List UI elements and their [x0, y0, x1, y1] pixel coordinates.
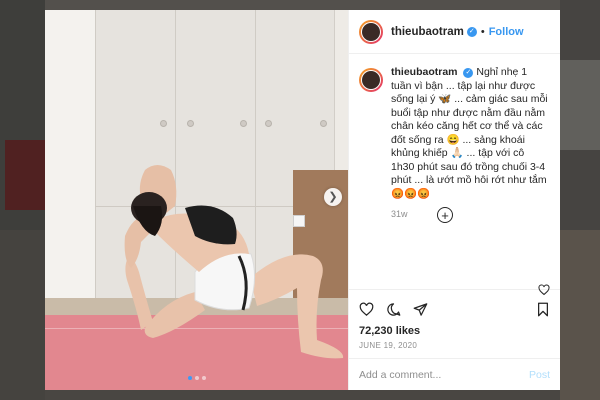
- like-count[interactable]: 72,230 likes: [349, 321, 560, 337]
- caption-row: thieubaotram ✓ Nghỉ nhẹ 1 tuần vì bận ..…: [359, 66, 550, 201]
- caption-text: Nghỉ nhẹ 1 tuần vì bận ... tập lại như đ…: [391, 66, 548, 200]
- bookmark-icon[interactable]: [536, 302, 550, 317]
- caption-timestamp[interactable]: 31w: [391, 209, 550, 219]
- post-date[interactable]: JUNE 19, 2020: [349, 337, 560, 358]
- post-header: thieubaotram ✓ • Follow: [349, 10, 560, 54]
- yoga-pose-figure: [124, 165, 344, 359]
- comment-input[interactable]: [359, 368, 529, 381]
- post-photo: ❯: [45, 10, 348, 390]
- share-icon[interactable]: [413, 302, 428, 317]
- post-comment-button[interactable]: Post: [529, 369, 550, 381]
- caption-avatar[interactable]: [359, 68, 383, 92]
- chevron-right-icon: ❯: [328, 190, 338, 203]
- comments-section: thieubaotram ✓ Nghỉ nhẹ 1 tuần vì bận ..…: [349, 54, 560, 296]
- caption-username[interactable]: thieubaotram: [391, 66, 458, 78]
- comment-icon[interactable]: [386, 302, 401, 317]
- post-modal: ❯ thieubaotram ✓ • Follow thieubaotram ✓…: [45, 10, 560, 390]
- post-sidebar: thieubaotram ✓ • Follow thieubaotram ✓ N…: [348, 10, 560, 390]
- comment-form: Post: [349, 358, 560, 390]
- avatar[interactable]: [359, 19, 383, 44]
- caption: thieubaotram ✓ Nghỉ nhẹ 1 tuần vì bận ..…: [391, 66, 550, 201]
- carousel-dot: [201, 376, 206, 380]
- username-link[interactable]: thieubaotram: [391, 26, 464, 38]
- follow-button[interactable]: Follow: [489, 26, 524, 38]
- load-more-comments-icon[interactable]: +: [437, 207, 453, 223]
- verified-badge-icon: ✓: [466, 26, 477, 37]
- caption-like-icon[interactable]: [538, 284, 550, 296]
- carousel-dot: [194, 376, 199, 380]
- verified-badge-icon: ✓: [463, 68, 474, 78]
- heart-icon[interactable]: [359, 302, 374, 317]
- follow-separator: •: [480, 25, 485, 38]
- action-bar: [349, 289, 560, 321]
- carousel-dot: [187, 376, 192, 380]
- carousel-indicator: [45, 376, 348, 380]
- carousel-next-button[interactable]: ❯: [324, 188, 342, 206]
